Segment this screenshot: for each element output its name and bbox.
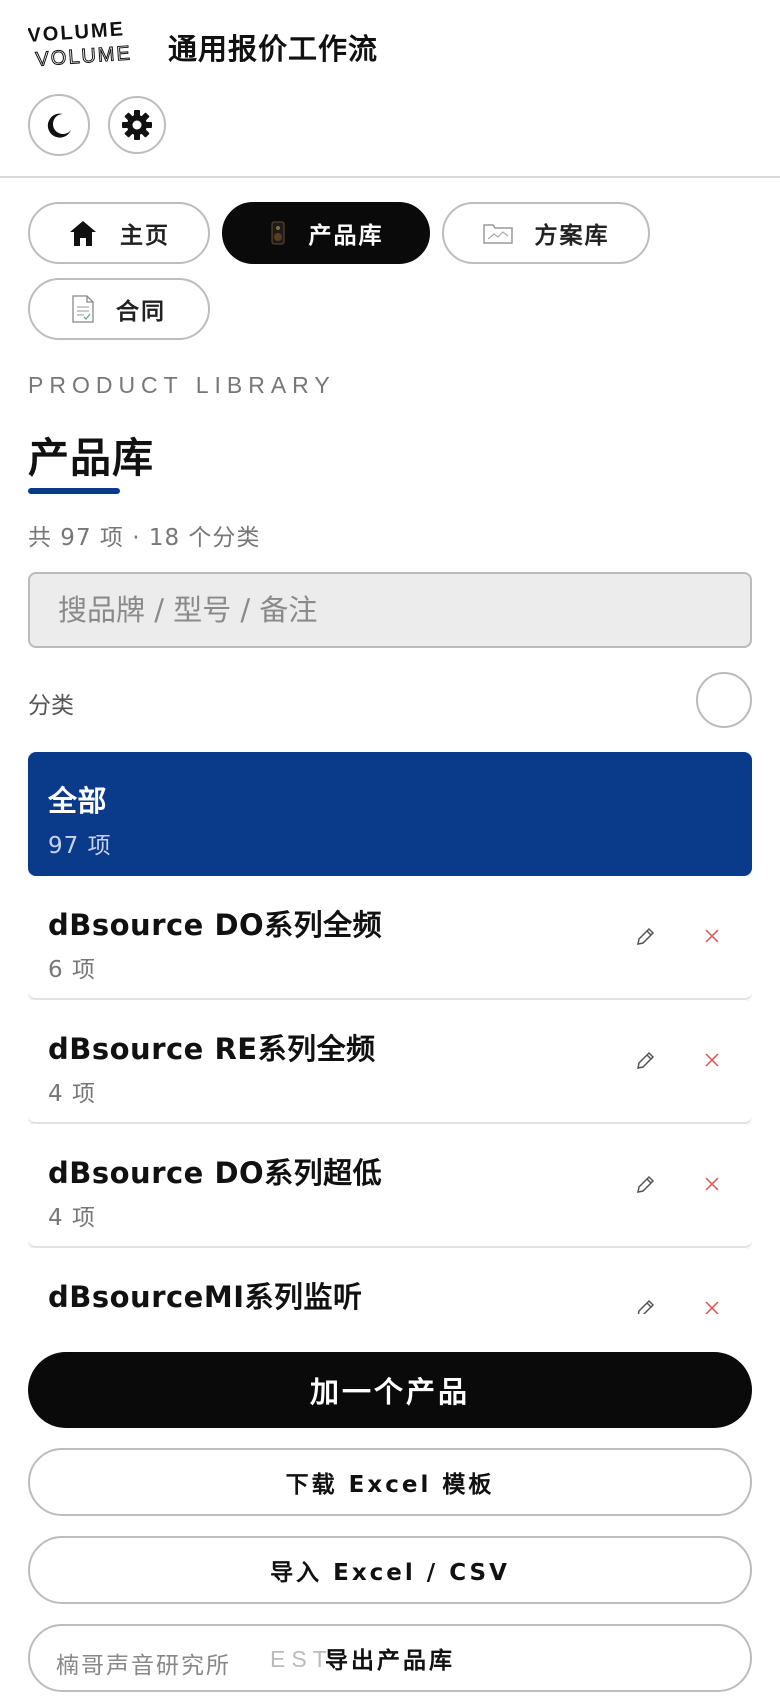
category-item[interactable]: dBsourceMI系列监听 [28, 1248, 752, 1314]
delete-x-icon[interactable] [702, 926, 722, 946]
edit-pencil-icon[interactable] [634, 1174, 656, 1196]
page-eyebrow: PRODUCT LIBRARY [28, 372, 336, 398]
delete-x-icon[interactable] [702, 1174, 722, 1194]
edit-pencil-icon[interactable] [634, 926, 656, 948]
category-name: dBsource DO系列超低 [48, 1156, 383, 1190]
folder-icon [482, 222, 513, 244]
category-name: dBsource DO系列全频 [48, 908, 383, 942]
moon-icon [47, 113, 71, 138]
delete-x-icon[interactable] [702, 1298, 722, 1314]
tab-label: 合同 [116, 299, 166, 325]
tab-label: 主页 [120, 223, 170, 249]
category-filter-toggle[interactable] [696, 672, 752, 728]
tab-label: 产品库 [308, 223, 384, 249]
speaker-icon [269, 221, 287, 245]
export-library-button[interactable]: 导出产品库 [28, 1624, 752, 1692]
svg-text:VOLUME: VOLUME [35, 42, 133, 71]
category-count: 4 项 [48, 1081, 96, 1107]
edit-pencil-icon[interactable] [634, 1050, 656, 1072]
category-count: 4 项 [48, 1205, 96, 1231]
app-header: VOLUME VOLUME 通用报价工作流 [0, 0, 780, 178]
search-input[interactable] [28, 572, 752, 648]
tab-product-library[interactable]: 产品库 [222, 202, 430, 264]
tab-home[interactable]: 主页 [28, 202, 210, 264]
category-item[interactable]: dBsource DO系列超低 4 项 [28, 1124, 752, 1248]
gear-icon [122, 110, 152, 140]
category-item-all[interactable]: 全部 97 项 [28, 752, 752, 876]
contract-document-icon [72, 295, 94, 323]
home-icon [68, 219, 98, 247]
tab-plan-library[interactable]: 方案库 [442, 202, 650, 264]
settings-button[interactable] [108, 96, 166, 154]
category-filter-label: 分类 [28, 693, 74, 719]
item-summary: 共 97 项 · 18 个分类 [28, 525, 261, 551]
category-item[interactable]: dBsource DO系列全频 6 项 [28, 876, 752, 1000]
app-title: 通用报价工作流 [168, 32, 379, 66]
delete-x-icon[interactable] [702, 1050, 722, 1070]
category-name: dBsourceMI系列监听 [48, 1280, 363, 1314]
add-product-button[interactable]: 加一个产品 [28, 1352, 752, 1428]
category-name: 全部 [48, 784, 108, 818]
category-list: 全部 97 项 dBsource DO系列全频 6 项 dBsource RE系… [28, 752, 752, 1314]
import-excel-button[interactable]: 导入 Excel / CSV [28, 1536, 752, 1604]
page-title: 产品库 [28, 434, 154, 482]
category-count: 6 项 [48, 957, 96, 983]
title-underline [28, 488, 120, 494]
category-name: dBsource RE系列全频 [48, 1032, 376, 1066]
tab-contract[interactable]: 合同 [28, 278, 210, 340]
category-item[interactable]: dBsource RE系列全频 4 项 [28, 1000, 752, 1124]
volume-logo: VOLUME VOLUME [28, 20, 133, 71]
edit-pencil-icon[interactable] [634, 1298, 656, 1314]
tab-label: 方案库 [534, 223, 610, 249]
download-template-button[interactable]: 下载 Excel 模板 [28, 1448, 752, 1516]
category-count: 97 项 [48, 833, 112, 859]
theme-toggle-button[interactable] [28, 94, 90, 156]
